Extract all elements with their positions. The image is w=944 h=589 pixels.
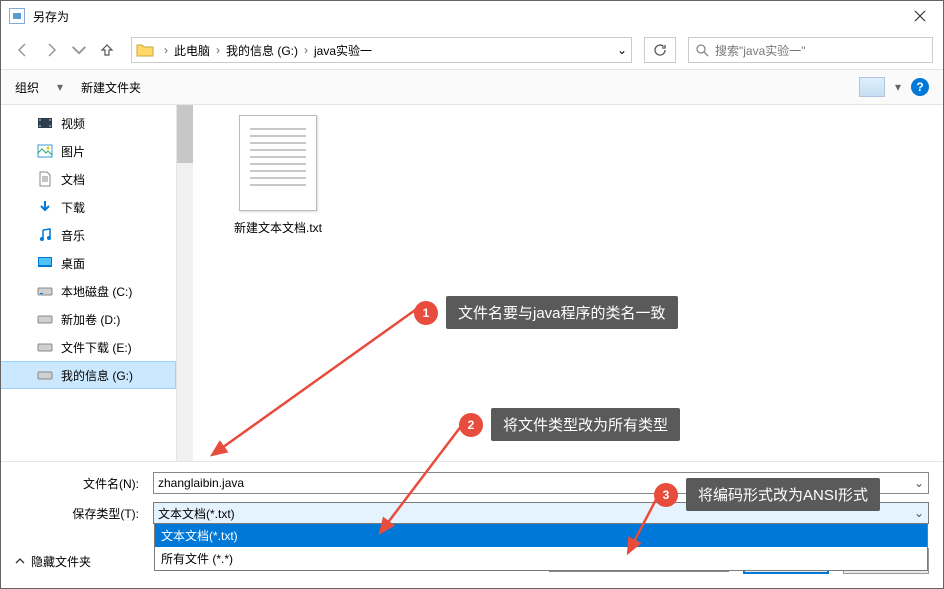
- chevron-up-icon: [15, 556, 25, 566]
- breadcrumb: › 此电脑 › 我的信息 (G:) › java实验一: [160, 42, 372, 59]
- chevron-down-icon[interactable]: ⌄: [914, 476, 924, 490]
- help-button[interactable]: ?: [911, 78, 929, 96]
- address-dropdown[interactable]: ⌄: [617, 43, 627, 57]
- document-icon: [37, 171, 53, 187]
- up-button[interactable]: [95, 38, 119, 62]
- view-button[interactable]: [859, 77, 885, 97]
- search-icon: [695, 43, 709, 57]
- filetype-value: 文本文档(*.txt): [158, 505, 235, 522]
- chevron-right-icon: ›: [160, 43, 172, 57]
- filename-value: zhanglaibin.java: [158, 476, 244, 490]
- new-folder-button[interactable]: 新建文件夹: [81, 79, 141, 96]
- video-icon: [37, 115, 53, 131]
- callout-text: 文件名要与java程序的类名一致: [446, 296, 678, 329]
- sidebar-label: 本地磁盘 (C:): [61, 283, 132, 300]
- sidebar-item-desktop[interactable]: 桌面: [1, 249, 176, 277]
- chevron-right-icon: ›: [300, 43, 312, 57]
- sidebar-label: 视频: [61, 115, 85, 132]
- callout-number: 1: [414, 301, 438, 325]
- music-icon: [37, 227, 53, 243]
- sidebar-label: 文档: [61, 171, 85, 188]
- sidebar-item-video[interactable]: 视频: [1, 109, 176, 137]
- chevron-right-icon: ›: [212, 43, 224, 57]
- filetype-option[interactable]: 文本文档(*.txt): [155, 524, 927, 547]
- filetype-label: 保存类型(T):: [15, 505, 145, 522]
- crumb-item[interactable]: 我的信息 (G:): [226, 42, 298, 59]
- picture-icon: [37, 143, 53, 159]
- drive-icon: [37, 283, 53, 299]
- download-icon: [37, 199, 53, 215]
- refresh-button[interactable]: [644, 37, 676, 63]
- folder-icon: [136, 43, 154, 57]
- filename-label: 文件名(N):: [15, 475, 145, 492]
- crumb-item[interactable]: 此电脑: [174, 42, 210, 59]
- window-title: 另存为: [33, 8, 897, 25]
- sidebar-item-drive-c[interactable]: 本地磁盘 (C:): [1, 277, 176, 305]
- callout-3: 3 将编码形式改为ANSI形式: [654, 478, 880, 511]
- filetype-dropdown: 文本文档(*.txt) 所有文件 (*.*): [154, 523, 928, 571]
- scroll-thumb[interactable]: [177, 105, 193, 163]
- drive-icon: [37, 339, 53, 355]
- callout-2: 2 将文件类型改为所有类型: [459, 408, 680, 441]
- callout-number: 2: [459, 413, 483, 437]
- callout-number: 3: [654, 483, 678, 507]
- sidebar-item-drive-d[interactable]: 新加卷 (D:): [1, 305, 176, 333]
- callout-text: 将文件类型改为所有类型: [491, 408, 680, 441]
- sidebar: 视频 图片 文档 下载 音乐 桌面 本地磁盘 (C:) 新加卷 (D:) 文件下…: [1, 105, 177, 461]
- search-placeholder: 搜索"java实验一": [715, 42, 806, 59]
- sidebar-item-drive-g[interactable]: 我的信息 (G:): [1, 361, 176, 389]
- sidebar-label: 我的信息 (G:): [61, 367, 133, 384]
- search-input[interactable]: 搜索"java实验一": [688, 37, 933, 63]
- sidebar-label: 新加卷 (D:): [61, 311, 120, 328]
- sidebar-label: 音乐: [61, 227, 85, 244]
- txt-file-icon: [239, 115, 317, 211]
- sidebar-label: 下载: [61, 199, 85, 216]
- sidebar-item-music[interactable]: 音乐: [1, 221, 176, 249]
- view-dropdown[interactable]: ▾: [895, 80, 901, 94]
- chevron-down-icon[interactable]: ⌄: [914, 506, 924, 520]
- address-bar[interactable]: › 此电脑 › 我的信息 (G:) › java实验一 ⌄: [131, 37, 632, 63]
- file-item[interactable]: 新建文本文档.txt: [213, 115, 343, 236]
- hide-folders-button[interactable]: 隐藏文件夹: [15, 553, 91, 570]
- sidebar-label: 图片: [61, 143, 85, 160]
- desktop-icon: [37, 255, 53, 271]
- app-icon: [9, 8, 25, 24]
- filetype-option[interactable]: 所有文件 (*.*): [155, 547, 927, 570]
- sidebar-item-download[interactable]: 下载: [1, 193, 176, 221]
- hide-folders-label: 隐藏文件夹: [31, 553, 91, 570]
- sidebar-label: 桌面: [61, 255, 85, 272]
- forward-button[interactable]: [39, 38, 63, 62]
- organize-button[interactable]: 组织: [15, 79, 39, 96]
- toolbar: 组织 ▾ 新建文件夹 ▾ ?: [1, 69, 943, 105]
- callout-text: 将编码形式改为ANSI形式: [686, 478, 880, 511]
- scrollbar[interactable]: [177, 105, 193, 461]
- drive-icon: [37, 311, 53, 327]
- file-label: 新建文本文档.txt: [213, 219, 343, 236]
- sidebar-item-drive-e[interactable]: 文件下载 (E:): [1, 333, 176, 361]
- sidebar-item-picture[interactable]: 图片: [1, 137, 176, 165]
- recent-dropdown[interactable]: [67, 38, 91, 62]
- navbar: › 此电脑 › 我的信息 (G:) › java实验一 ⌄ 搜索"java实验一…: [1, 31, 943, 69]
- organize-dropdown[interactable]: ▾: [57, 80, 63, 94]
- sidebar-label: 文件下载 (E:): [61, 339, 132, 356]
- close-button[interactable]: [897, 1, 943, 31]
- back-button[interactable]: [11, 38, 35, 62]
- close-icon: [914, 10, 926, 22]
- crumb-item[interactable]: java实验一: [314, 42, 372, 59]
- drive-icon: [37, 367, 53, 383]
- sidebar-item-document[interactable]: 文档: [1, 165, 176, 193]
- titlebar: 另存为: [1, 1, 943, 31]
- callout-1: 1 文件名要与java程序的类名一致: [414, 296, 678, 329]
